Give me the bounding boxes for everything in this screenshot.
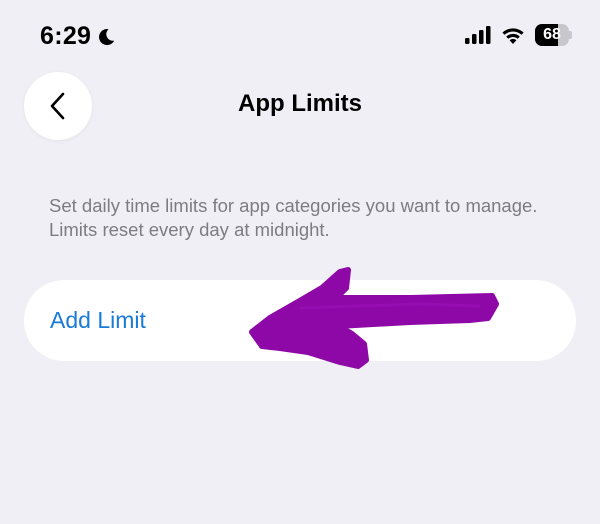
add-limit-label: Add Limit: [50, 307, 146, 333]
add-limit-button[interactable]: Add Limit: [24, 280, 576, 361]
status-indicators: 68: [465, 24, 572, 46]
cellular-signal-icon: [465, 26, 491, 44]
annotation-arrow: [249, 267, 499, 369]
description-text: Set daily time limits for app categories…: [49, 195, 538, 240]
battery-nub: [569, 31, 572, 39]
status-time: 6:29: [40, 22, 92, 50]
battery-indicator: 68: [535, 24, 572, 46]
status-time-group: 6:29: [40, 22, 116, 51]
app-limits-screen: 6:29 68 App Limits Set daily time limits…: [0, 0, 600, 524]
page-title: App Limits: [238, 90, 362, 117]
battery-body: 68: [535, 24, 569, 46]
battery-percent: 68: [543, 26, 561, 43]
status-bar: 6:29 68: [0, 0, 600, 72]
wifi-icon: [502, 28, 524, 44]
moon-icon: [99, 28, 115, 45]
